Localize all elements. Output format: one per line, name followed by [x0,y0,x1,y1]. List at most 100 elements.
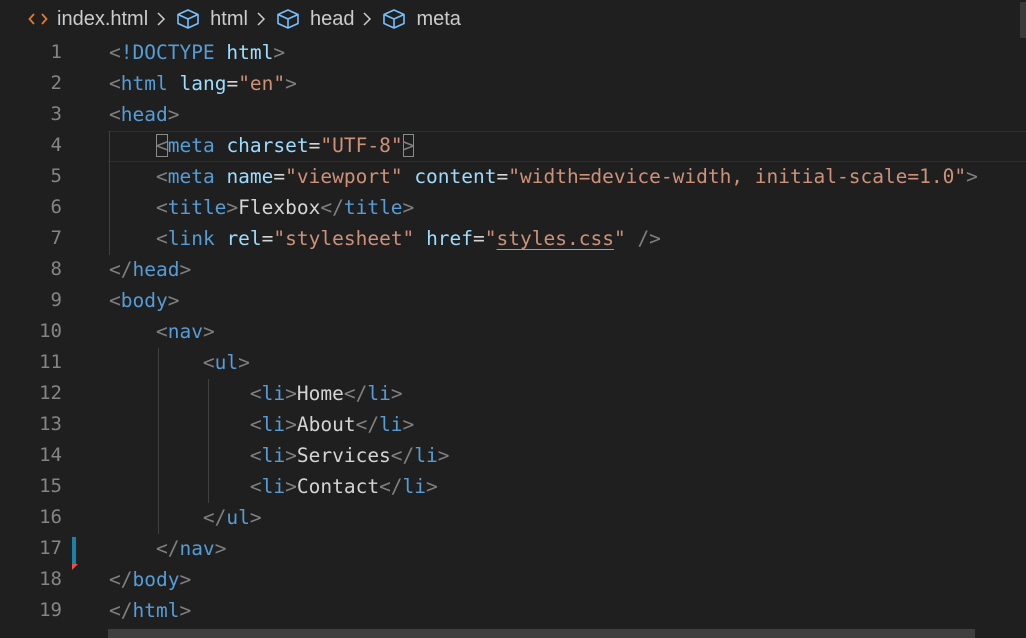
line-number[interactable]: 6 [0,192,62,223]
code-punctuation: > [966,165,978,188]
code-punctuation: < [249,382,262,405]
code-punctuation: > [179,599,192,622]
vertical-scrollbar-thumb[interactable] [1020,2,1026,38]
code-line[interactable]: 18 </body> [0,564,1026,595]
line-number[interactable]: 11 [0,347,62,378]
code-line[interactable]: 16 </ul> [0,502,1026,533]
code-tag-name: body [132,568,180,591]
code-content: <ul> [109,347,250,378]
code-attribute: content [414,165,497,188]
line-number[interactable]: 17 [0,533,62,564]
code-punctuation: < [249,444,262,467]
line-number[interactable]: 13 [0,409,62,440]
line-number[interactable]: 5 [0,161,62,192]
code-line[interactable]: 5 <meta name="viewport" content="width=d… [0,161,1026,192]
line-number[interactable]: 14 [0,440,62,471]
bracket-match-highlight: < [155,134,168,157]
code-line[interactable]: 17 </nav> [0,533,1026,564]
code-tag-name: li [414,444,438,467]
breadcrumb-item-head[interactable]: head [275,8,354,31]
code-text: Contact [296,475,380,498]
code-tag-name: nav [179,537,215,560]
breadcrumb-file[interactable]: index.html [28,8,148,31]
code-line[interactable]: 3 <head> [0,99,1026,130]
code-content: <li>About</li> [109,409,414,440]
code-punctuation: < [249,413,262,436]
line-number[interactable]: 15 [0,471,62,502]
code-punctuation: > [437,444,450,467]
code-text: = [226,72,239,95]
code-punctuation: </ [109,599,133,622]
code-text: = [261,227,274,250]
code-line[interactable]: 1 <!DOCTYPE html> [0,37,1026,68]
code-line[interactable]: 12 <li>Home</li> [0,378,1026,409]
code-punctuation: > [285,444,297,467]
code-line[interactable]: 2 <html lang="en"> [0,68,1026,99]
code-attribute: href [426,227,474,250]
code-string: "stylesheet" [273,227,415,250]
code-content: <nav> [109,316,215,347]
code-line[interactable]: 6 <title>Flexbox</title> [0,192,1026,223]
line-number[interactable]: 18 [0,564,62,595]
code-string: "width=device-width, initial-scale=1.0" [508,165,967,188]
code-line[interactable]: 15 <li>Contact</li> [0,471,1026,502]
breadcrumb-item-html[interactable]: html [175,8,248,31]
code-string: "UTF-8" [320,134,403,157]
cube-icon [381,8,407,30]
code-attribute: html [226,41,274,64]
code-line[interactable]: 7 <link rel="stylesheet" href="styles.cs… [0,223,1026,254]
breadcrumb-item-meta[interactable]: meta [381,8,461,31]
line-number[interactable]: 3 [0,99,62,130]
code-tag-name: html [120,72,168,95]
line-number[interactable]: 16 [0,502,62,533]
code-punctuation: </ [343,382,368,405]
code-text: Home [296,382,344,405]
line-number[interactable]: 9 [0,285,62,316]
line-number[interactable]: 8 [0,254,62,285]
breadcrumb: index.html html head meta [0,0,1026,38]
code-punctuation: > [249,506,262,529]
line-number[interactable]: 7 [0,223,62,254]
code-content: <head> [109,99,179,130]
code-editor[interactable]: 1 <!DOCTYPE html> 2 <html lang="en"> 3 <head>… [0,37,1026,638]
code-punctuation: </ [155,537,180,560]
code-punctuation: < [155,165,168,188]
code-tag-name: ul [214,351,239,374]
cube-icon [275,8,301,30]
code-punctuation: > [167,103,180,126]
line-number[interactable]: 12 [0,378,62,409]
code-tag-name: li [367,382,391,405]
breadcrumb-item-label: html [210,7,248,30]
code-line[interactable]: 8 </head> [0,254,1026,285]
code-text: Flexbox [238,196,321,219]
chevron-right-icon [156,11,166,27]
code-line[interactable]: 4 <meta charset="UTF-8"> [0,130,1026,161]
code-punctuation: </ [390,444,415,467]
line-number[interactable]: 10 [0,316,62,347]
code-line[interactable]: 10 <nav> [0,316,1026,347]
code-punctuation: < [109,41,121,64]
line-number[interactable]: 1 [0,37,62,68]
code-line[interactable]: 13 <li>About</li> [0,409,1026,440]
line-number[interactable]: 4 [0,130,62,161]
code-line[interactable]: 11 <ul> [0,347,1026,378]
code-content: <li>Services</li> [109,440,450,471]
code-line[interactable]: 9 <body> [0,285,1026,316]
code-line[interactable]: 19 </html> [0,595,1026,626]
code-string: " [613,227,626,250]
horizontal-scrollbar-thumb[interactable] [108,629,975,638]
line-number[interactable]: 2 [0,68,62,99]
code-tag-name: ul [226,506,250,529]
code-tag-name: nav [167,320,203,343]
code-string: " [484,227,497,250]
code-punctuation: </ [379,475,403,498]
code-content: <meta charset="UTF-8"> [109,130,415,161]
code-punctuation: > [285,382,297,405]
code-line[interactable]: 14 <li>Services</li> [0,440,1026,471]
line-number[interactable]: 19 [0,595,62,626]
